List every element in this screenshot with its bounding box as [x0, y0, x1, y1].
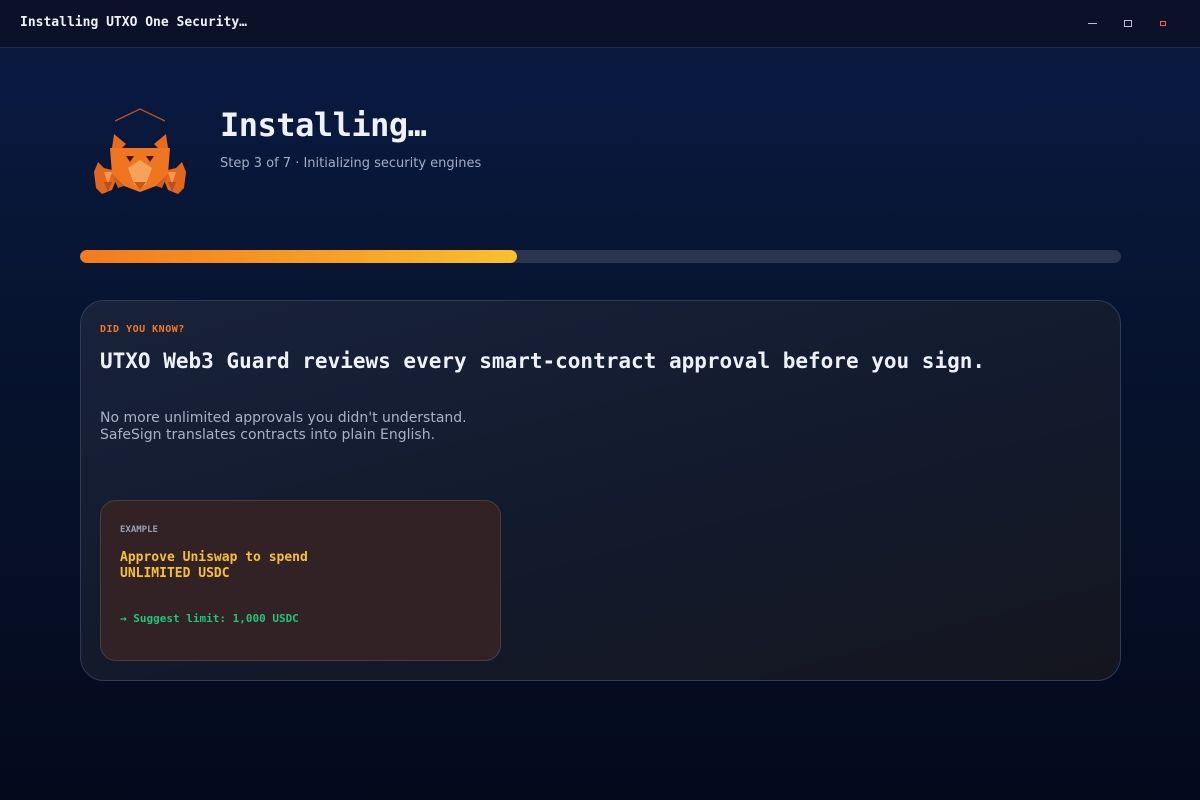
card-eyebrow: DID YOU KNOW? [100, 324, 185, 335]
card-body-line: SafeSign translates contracts into plain… [100, 427, 436, 443]
page-title: Installing… [220, 106, 427, 144]
minimize-button[interactable] [1080, 12, 1104, 34]
close-icon [1160, 20, 1166, 26]
maximize-button[interactable] [1116, 12, 1140, 34]
install-progress-bar [80, 250, 1121, 263]
card-body: No more unlimited approvals you didn't u… [100, 410, 467, 444]
card-headline: UTXO Web3 Guard reviews every smart-cont… [100, 349, 986, 373]
close-button[interactable] [1151, 12, 1175, 34]
example-box: EXAMPLE Approve Uniswap to spend UNLIMIT… [100, 500, 501, 661]
title-bar: Installing UTXO One Security… [0, 0, 1200, 48]
did-you-know-card: DID YOU KNOW? UTXO Web3 Guard reviews ev… [80, 300, 1121, 681]
example-suggestion: → Suggest limit: 1,000 USDC [120, 612, 299, 625]
maximize-icon [1124, 19, 1132, 27]
window-title: Installing UTXO One Security… [20, 15, 247, 30]
example-label: EXAMPLE [120, 525, 158, 535]
card-body-line: No more unlimited approvals you didn't u… [100, 410, 467, 426]
minimize-icon [1087, 22, 1097, 24]
install-step-status: Step 3 of 7 · Initializing security engi… [220, 156, 482, 171]
example-approval-text: Approve Uniswap to spend UNLIMITED USDC [120, 550, 308, 582]
example-line: Approve Uniswap to spend [120, 550, 308, 565]
progress-fill [80, 250, 518, 263]
fox-logo-icon [94, 108, 186, 194]
example-line: UNLIMITED USDC [120, 566, 230, 581]
